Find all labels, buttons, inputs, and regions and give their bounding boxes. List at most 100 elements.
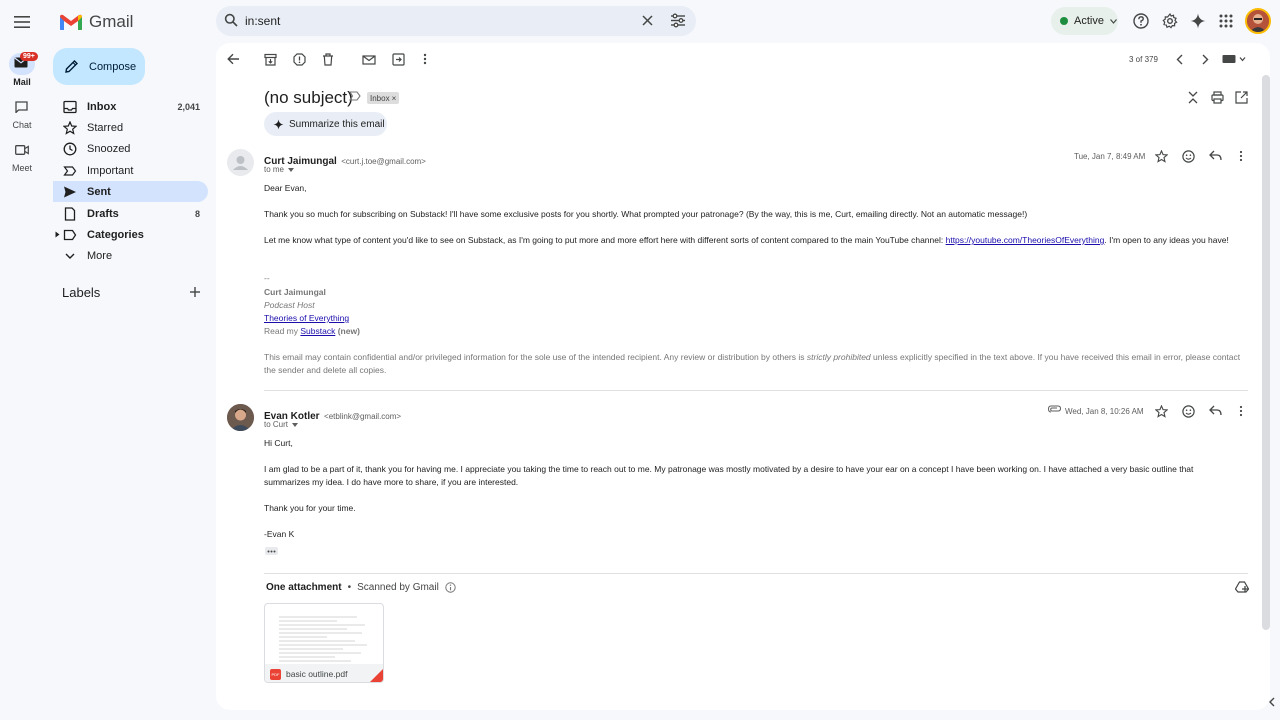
- apps-grid-icon[interactable]: [1217, 12, 1235, 30]
- nav-count: 8: [194, 208, 200, 219]
- report-spam-icon[interactable]: [292, 52, 306, 66]
- help-icon[interactable]: [1132, 12, 1150, 30]
- message-greeting: Hi Curt,: [264, 438, 293, 448]
- signature-text: Read my: [264, 326, 301, 336]
- recipient-line[interactable]: to Curt: [264, 420, 299, 429]
- message-paragraph: Thank you so much for subscribing on Sub…: [264, 209, 1028, 219]
- thread-subject: (no subject): [264, 88, 353, 107]
- signature-name: Curt Jaimungal: [264, 287, 326, 297]
- remove-label-icon[interactable]: ×: [392, 94, 397, 103]
- disclaimer: This email may contain confidential and/…: [264, 351, 1244, 377]
- newer-chevron-icon[interactable]: [1172, 52, 1186, 66]
- attachment-separator: [264, 573, 1248, 574]
- importance-marker-icon[interactable]: [349, 91, 361, 101]
- paragraph-text: Let me know what type of content you'd l…: [264, 235, 946, 245]
- recipient-text: to me: [264, 165, 285, 174]
- account-avatar[interactable]: [1245, 8, 1271, 34]
- reply-arrow-icon[interactable]: [1209, 150, 1222, 161]
- open-new-window-icon[interactable]: [1235, 91, 1248, 104]
- attachment-filename: basic outline.pdf: [286, 669, 348, 679]
- clear-search-icon[interactable]: [642, 15, 653, 26]
- nav-item-sent[interactable]: Sent: [53, 181, 208, 202]
- sender-avatar-photo[interactable]: [227, 404, 254, 431]
- nav-label: Important: [87, 164, 134, 177]
- rail-chat-label[interactable]: Chat: [0, 120, 44, 130]
- mark-unread-icon[interactable]: [362, 52, 376, 66]
- collapse-all-icon[interactable]: [1187, 91, 1199, 104]
- vertical-scrollbar[interactable]: [1262, 75, 1270, 630]
- chat-icon[interactable]: [15, 101, 28, 113]
- message-more-vert-icon[interactable]: [1239, 405, 1243, 417]
- rail-meet-label[interactable]: Meet: [0, 163, 44, 173]
- menu-icon: [14, 16, 30, 28]
- message-date: Tue, Jan 7, 8:49 AM: [1074, 152, 1146, 161]
- pdf-preview-thumbnail: [277, 614, 369, 664]
- gmail-m-icon: [60, 14, 82, 30]
- search-options-icon[interactable]: [670, 13, 686, 28]
- star-outline-icon[interactable]: [1155, 150, 1168, 163]
- nav-item-more[interactable]: More: [53, 245, 208, 266]
- meet-video-icon[interactable]: [15, 145, 29, 155]
- message-paragraph: I am glad to be a part of it, thank you …: [264, 464, 1194, 487]
- input-tools-keyboard-icon[interactable]: [1222, 53, 1246, 65]
- status-active-button[interactable]: Active: [1051, 7, 1118, 35]
- nav-label: Snoozed: [87, 142, 131, 155]
- nav-item-starred[interactable]: Starred: [53, 117, 208, 138]
- nav-item-categories[interactable]: Categories: [53, 224, 208, 245]
- message-date: Wed, Jan 8, 10:26 AM: [1065, 407, 1144, 416]
- search-input[interactable]: in:sent: [245, 14, 280, 28]
- main-menu-button[interactable]: [10, 10, 34, 34]
- nav-item-important[interactable]: Important: [53, 160, 208, 181]
- settings-gear-icon[interactable]: [1161, 12, 1179, 30]
- signature-divider: --: [264, 273, 270, 283]
- side-panel-expand-icon[interactable]: [1268, 697, 1275, 707]
- nav-item-snoozed[interactable]: Snoozed: [53, 138, 208, 159]
- nav-item-drafts[interactable]: Drafts 8: [53, 203, 208, 224]
- pencil-icon: [65, 60, 78, 73]
- back-arrow-icon[interactable]: [226, 52, 240, 66]
- gmail-logo[interactable]: Gmail: [59, 10, 133, 34]
- theories-of-everything-link[interactable]: Theories of Everything: [264, 313, 349, 323]
- older-chevron-icon[interactable]: [1198, 52, 1212, 66]
- youtube-link[interactable]: https://youtube.com/TheoriesOfEverything: [946, 235, 1105, 245]
- compose-button[interactable]: Compose: [53, 48, 145, 85]
- unread-badge: 99+: [20, 52, 38, 61]
- add-to-drive-icon[interactable]: [1235, 581, 1249, 593]
- print-icon[interactable]: [1211, 91, 1224, 104]
- attachment-heading: One attachment: [266, 582, 342, 593]
- nav-label: More: [87, 249, 113, 262]
- caret-down-icon: [292, 422, 299, 427]
- message-more-vert-icon[interactable]: [1239, 150, 1243, 162]
- recipient-line[interactable]: to me: [264, 165, 295, 174]
- message-separator: [264, 390, 1248, 391]
- send-icon: [64, 186, 76, 197]
- signature-role: Podcast Host: [264, 300, 315, 310]
- sender-avatar-placeholder[interactable]: [227, 149, 254, 176]
- label-chip-inbox[interactable]: Inbox ×: [367, 92, 400, 104]
- message-paragraph: Thank you for your time.: [264, 503, 356, 513]
- search-bar[interactable]: in:sent: [216, 6, 696, 36]
- emoji-react-icon[interactable]: [1182, 150, 1195, 163]
- reply-arrow-icon[interactable]: [1209, 405, 1222, 416]
- emoji-react-icon[interactable]: [1182, 405, 1195, 418]
- rail-mail-label[interactable]: Mail: [0, 77, 44, 87]
- status-dot: [1060, 17, 1068, 25]
- gemini-sparkle-icon[interactable]: [1189, 12, 1207, 30]
- attachment-footer: PDF basic outline.pdf: [265, 664, 383, 682]
- move-to-icon[interactable]: [391, 52, 405, 66]
- nav-item-inbox[interactable]: Inbox 2,041: [53, 96, 208, 117]
- pdf-file-icon: PDF: [270, 668, 281, 680]
- archive-icon[interactable]: [263, 52, 277, 66]
- show-trimmed-content-icon[interactable]: [265, 547, 278, 555]
- star-outline-icon[interactable]: [1155, 405, 1168, 418]
- summarize-button[interactable]: Summarize this email: [264, 112, 387, 136]
- gmail-wordmark: Gmail: [89, 12, 134, 31]
- nav-label: Categories: [87, 228, 144, 241]
- labels-heading: Labels: [62, 285, 101, 300]
- add-label-icon[interactable]: [189, 286, 201, 298]
- substack-link[interactable]: Substack: [300, 326, 335, 336]
- delete-trash-icon[interactable]: [321, 52, 335, 66]
- attachment-card[interactable]: PDF basic outline.pdf: [264, 603, 384, 683]
- search-icon[interactable]: [224, 13, 238, 27]
- more-vert-icon[interactable]: [418, 52, 432, 66]
